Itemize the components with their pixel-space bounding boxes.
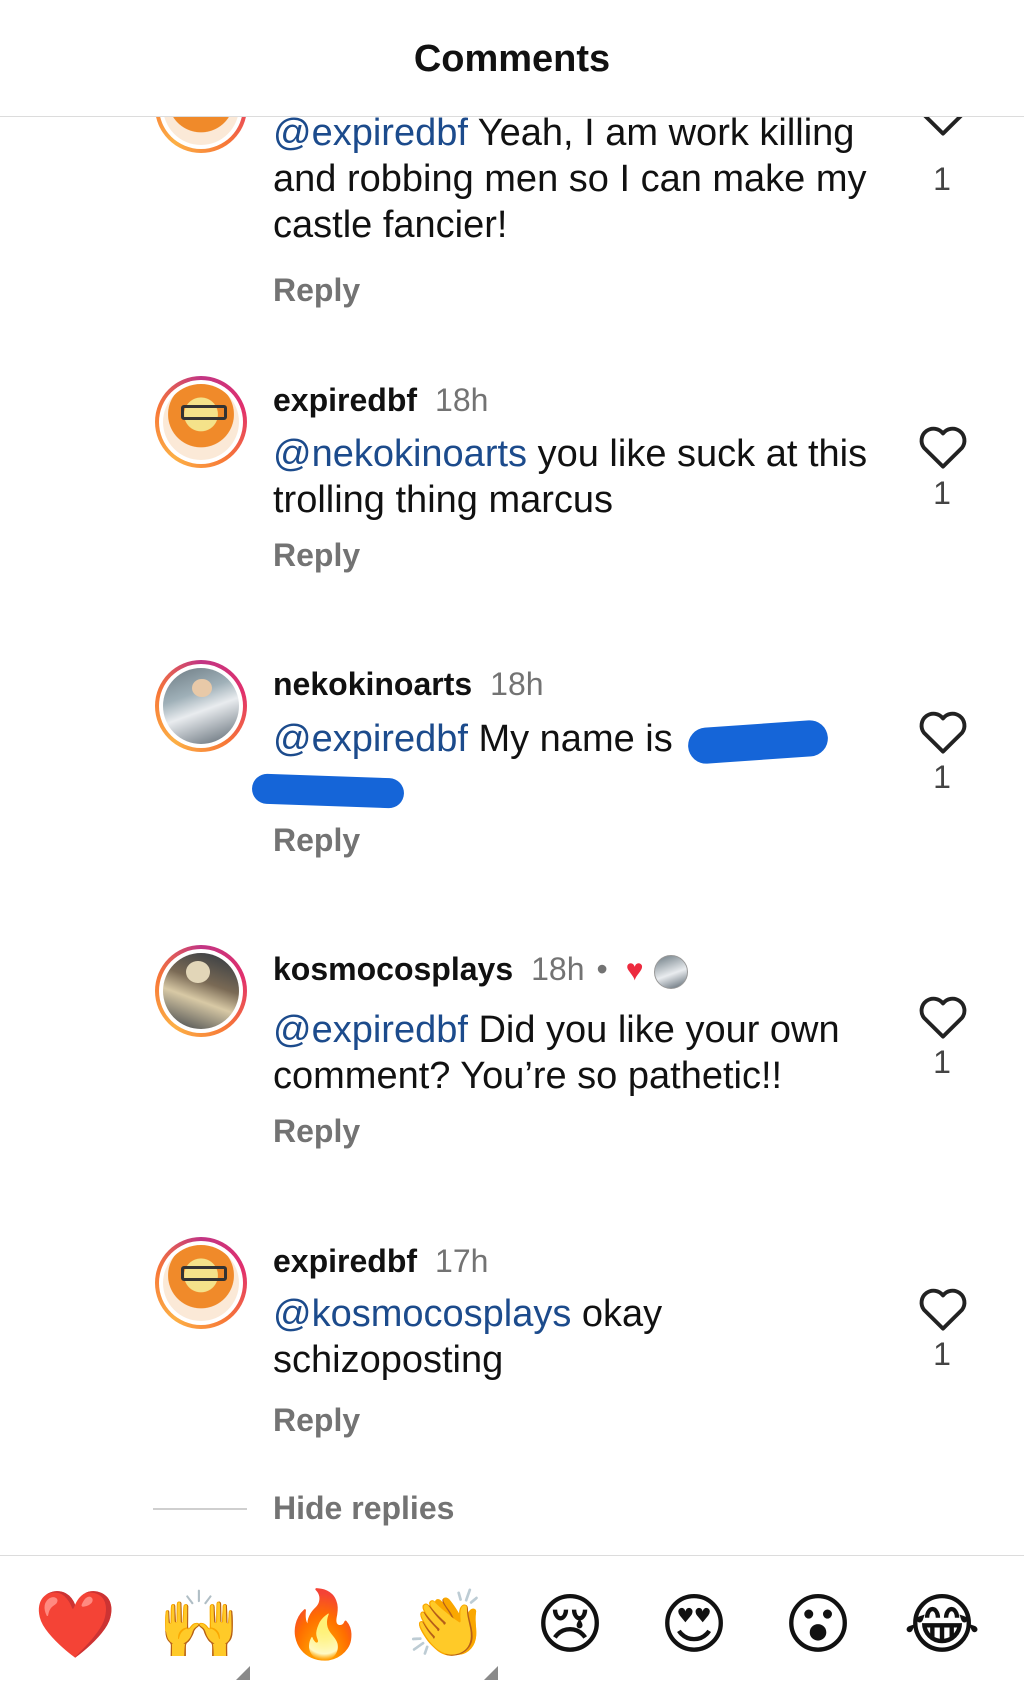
- comment-text: @kosmocosplays okay schizoposting: [273, 1291, 873, 1383]
- username[interactable]: kosmocosplays: [273, 951, 513, 987]
- redaction-mark: [251, 773, 405, 809]
- mention-link[interactable]: @expiredbf: [273, 117, 468, 154]
- heart-filled-icon: ♥: [625, 954, 644, 987]
- timestamp: 18h: [531, 951, 585, 987]
- like-count: 1: [933, 161, 951, 197]
- reply-button[interactable]: Reply: [273, 537, 360, 574]
- timestamp: 18h: [490, 666, 544, 702]
- like-count: 1: [933, 1336, 951, 1372]
- crying-emoji-button[interactable]: 😢: [530, 1584, 610, 1664]
- comments-feed[interactable]: @expiredbf Yeah, I am work killing and r…: [0, 117, 1024, 1555]
- like-count: 1: [933, 475, 951, 511]
- avatar[interactable]: [155, 117, 247, 153]
- like-count: 1: [933, 1044, 951, 1080]
- comment-body: My name is: [467, 718, 673, 760]
- comment-meta: kosmocosplays 18h • ♥: [273, 951, 688, 989]
- mention-link[interactable]: @expiredbf: [273, 1009, 468, 1051]
- username[interactable]: expiredbf: [273, 382, 417, 418]
- timestamp: 17h: [435, 1243, 489, 1279]
- comments-header: Comments: [0, 0, 1024, 117]
- raised-hands-emoji-button[interactable]: 🙌: [158, 1584, 240, 1664]
- heart-outline-icon[interactable]: [917, 992, 969, 1040]
- avatar[interactable]: [155, 945, 247, 1037]
- emoji-reaction-bar: ❤️ 🙌 🔥 👏 😢 😍 😮 😂: [0, 1555, 1024, 1685]
- username[interactable]: expiredbf: [273, 1243, 417, 1279]
- heart-outline-icon[interactable]: [917, 422, 969, 470]
- comment-text: @expiredbf Did you like your own comment…: [273, 1007, 873, 1099]
- avatar[interactable]: [155, 376, 247, 468]
- comment-text: @nekokinoarts you like suck at this trol…: [273, 431, 873, 523]
- reply-button[interactable]: Reply: [273, 822, 360, 859]
- reply-button[interactable]: Reply: [273, 1402, 360, 1439]
- heart-outline-icon[interactable]: [917, 707, 969, 755]
- author-avatar: [653, 954, 688, 989]
- heart-outline-icon[interactable]: [917, 1284, 969, 1332]
- comment-meta: expiredbf 18h: [273, 382, 488, 419]
- heart-eyes-emoji-button[interactable]: 😍: [654, 1584, 734, 1664]
- username[interactable]: nekokinoarts: [273, 666, 472, 702]
- avatar[interactable]: [155, 660, 247, 752]
- reply-button[interactable]: Reply: [273, 272, 360, 309]
- heart-emoji-button[interactable]: ❤️: [34, 1584, 116, 1664]
- comment-meta: expiredbf 17h: [273, 1243, 488, 1280]
- like-count: 1: [933, 759, 951, 795]
- fire-emoji-button[interactable]: 🔥: [282, 1584, 364, 1664]
- thread-line: [153, 1508, 247, 1510]
- timestamp: 18h: [435, 382, 489, 418]
- surprised-emoji-button[interactable]: 😮: [778, 1584, 858, 1664]
- mention-link[interactable]: @kosmocosplays: [273, 1293, 571, 1335]
- heart-outline-icon[interactable]: [917, 117, 969, 137]
- separator-dot: •: [596, 951, 608, 987]
- clapping-emoji-button[interactable]: 👏: [406, 1584, 488, 1664]
- comment-text: @expiredbf Yeah, I am work killing and r…: [273, 117, 873, 248]
- avatar[interactable]: [155, 1237, 247, 1329]
- laughing-emoji-button[interactable]: 😂: [902, 1584, 982, 1664]
- more-variants-indicator: [236, 1666, 250, 1680]
- page-title: Comments: [413, 38, 611, 80]
- mention-link[interactable]: @expiredbf: [273, 718, 468, 760]
- reply-button[interactable]: Reply: [273, 1113, 360, 1150]
- comment-meta: nekokinoarts 18h: [273, 666, 544, 703]
- more-variants-indicator: [484, 1666, 498, 1680]
- mention-link[interactable]: @nekokinoarts: [273, 433, 527, 475]
- hide-replies-button[interactable]: Hide replies: [273, 1490, 454, 1527]
